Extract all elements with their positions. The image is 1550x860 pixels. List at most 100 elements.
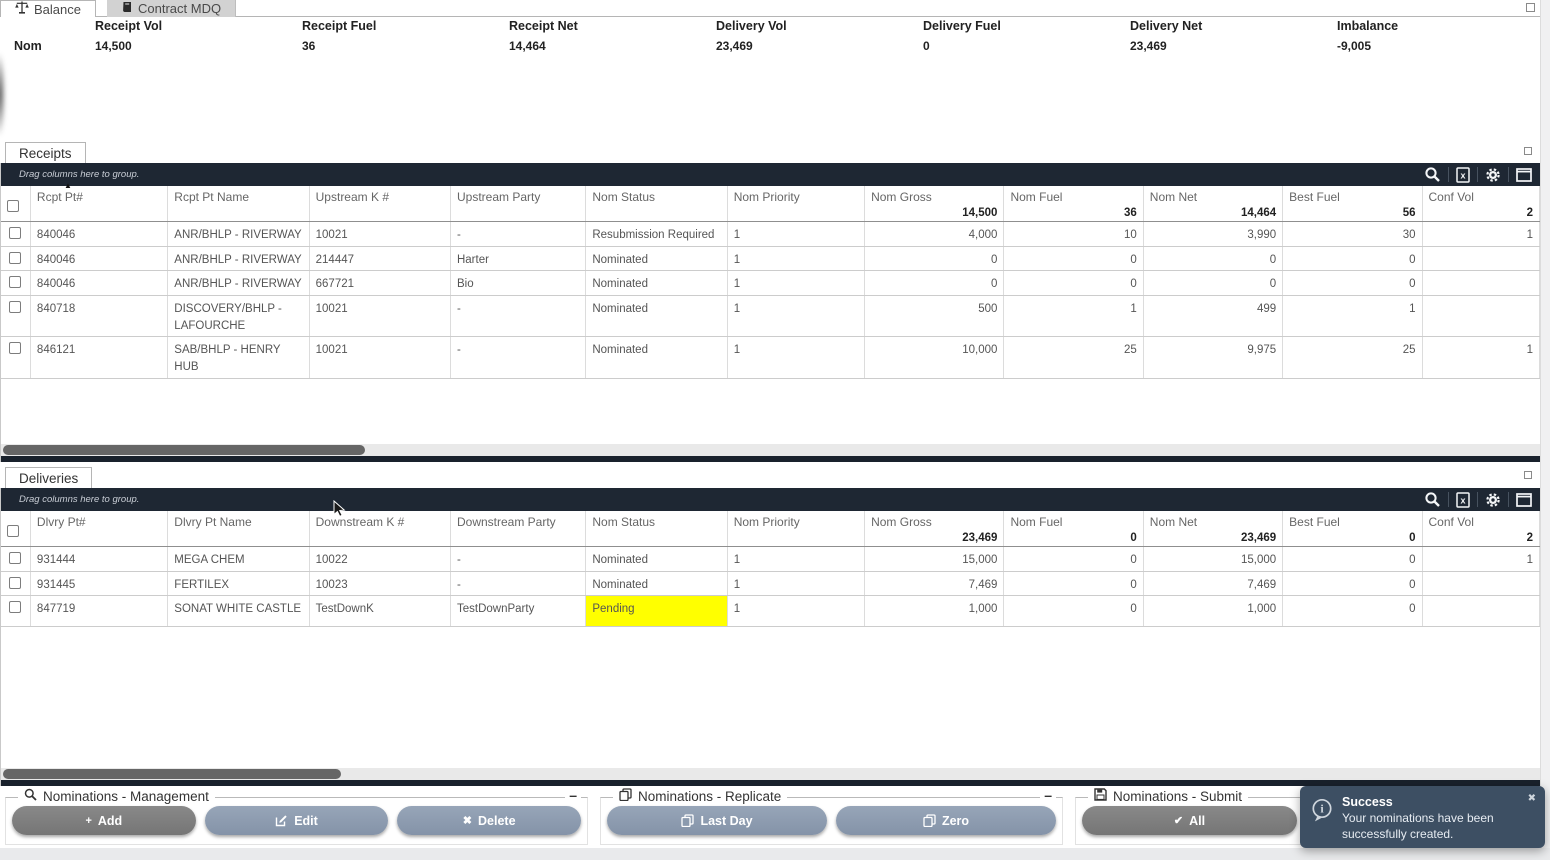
cell-pt: 931445 [31, 572, 168, 596]
tab-deliveries[interactable]: Deliveries [5, 467, 92, 488]
cell-net: 0 [1144, 247, 1283, 271]
row-checkbox[interactable] [9, 301, 21, 313]
maximize-icon[interactable] [1526, 3, 1535, 12]
column-header[interactable]: Best Fuel0 [1283, 511, 1422, 546]
column-header[interactable]: Nom Fuel0 [1004, 511, 1143, 546]
panel-maximize-icon[interactable] [1524, 147, 1532, 155]
table-row[interactable]: 840046ANR/BHLP - RIVERWAY667721BioNomina… [1, 271, 1540, 296]
cell-best: 25 [1283, 337, 1422, 377]
drag-hint: Drag columns here to group. [19, 494, 139, 505]
balance-metric-label: Receipt Fuel [302, 19, 509, 33]
cell-gross: 0 [865, 247, 1004, 271]
scrollbar-thumb[interactable] [3, 769, 341, 779]
svg-text:i: i [1320, 802, 1324, 816]
table-row[interactable]: 931444MEGA CHEM10022-Nominated115,000015… [1, 547, 1540, 572]
row-checkbox[interactable] [9, 252, 21, 264]
cell-name: SAB/BHLP - HENRY HUB [168, 337, 309, 377]
column-header[interactable]: Rcpt Pt Name [168, 186, 309, 221]
column-header[interactable]: Nom Priority [728, 511, 865, 546]
cell-name: ANR/BHLP - RIVERWAY [168, 222, 309, 246]
minimize-icon[interactable]: – [565, 787, 581, 803]
info-icon: i [1310, 798, 1334, 829]
column-header[interactable]: Conf Vol2 [1423, 186, 1540, 221]
minimize-icon[interactable]: – [1040, 787, 1056, 803]
column-header[interactable]: Upstream K # [310, 186, 451, 221]
tab-receipts[interactable]: Receipts [5, 142, 86, 163]
table-row[interactable]: 840046ANR/BHLP - RIVERWAY214447HarterNom… [1, 247, 1540, 272]
book-icon [121, 1, 133, 16]
row-checkbox[interactable] [9, 577, 21, 589]
balance-metric-value: 23,469 [716, 39, 923, 53]
tab-contract-mdq[interactable]: Contract MDQ [107, 0, 236, 17]
column-header[interactable]: Nom Net23,469 [1144, 511, 1283, 546]
excel-export-icon[interactable]: x [1456, 167, 1470, 183]
column-header[interactable]: Upstream Party [451, 186, 586, 221]
window-icon[interactable] [1516, 168, 1532, 182]
excel-export-icon[interactable]: x [1456, 492, 1470, 508]
cell-fuel: 0 [1004, 547, 1143, 571]
column-header[interactable]: Downstream Party [451, 511, 586, 546]
cell-name: FERTILEX [168, 572, 309, 596]
vertical-scrollbar-strip[interactable] [1540, 0, 1550, 860]
column-header[interactable]: Rcpt Pt# [31, 186, 168, 221]
table-row[interactable]: 840718DISCOVERY/BHLP - LAFOURCHE10021-No… [1, 296, 1540, 337]
select-all-checkbox[interactable] [7, 525, 19, 537]
grid-header-row: Rcpt Pt#Rcpt Pt NameUpstream K #Upstream… [1, 186, 1540, 222]
balance-row-label: Nom [14, 39, 42, 53]
delete-button[interactable]: ✖Delete [397, 806, 581, 835]
add-button[interactable]: +Add [12, 806, 196, 835]
search-icon[interactable] [1424, 491, 1441, 508]
button-label: Edit [294, 814, 318, 828]
column-header[interactable]: Nom Status [586, 186, 727, 221]
grid-toolbar: Drag columns here to group. x [1, 488, 1540, 511]
close-icon[interactable]: ✖ [1528, 793, 1536, 804]
table-row[interactable]: 847719SONAT WHITE CASTLETestDownKTestDow… [1, 596, 1540, 627]
row-checkbox[interactable] [9, 227, 21, 239]
column-header[interactable]: Nom Status [586, 511, 727, 546]
column-header[interactable]: Conf Vol2 [1423, 511, 1540, 546]
column-header[interactable]: Nom Priority [728, 186, 865, 221]
column-summary: 36 [1124, 207, 1137, 219]
horizontal-scrollbar[interactable] [1, 444, 1540, 456]
column-header[interactable]: Nom Gross23,469 [865, 511, 1004, 546]
column-header[interactable]: Dlvry Pt Name [168, 511, 309, 546]
cell-priority: 1 [728, 572, 865, 596]
search-icon[interactable] [1424, 166, 1441, 183]
cell-net: 9,975 [1144, 337, 1283, 377]
column-header[interactable]: Downstream K # [310, 511, 451, 546]
panel-maximize-icon[interactable] [1524, 471, 1532, 479]
balance-metric-label: Imbalance [1337, 19, 1544, 33]
table-row[interactable]: 846121SAB/BHLP - HENRY HUB10021-Nominate… [1, 337, 1540, 378]
row-checkbox[interactable] [9, 342, 21, 354]
table-row[interactable]: 931445FERTILEX10023-Nominated17,46907,46… [1, 572, 1540, 597]
horizontal-scrollbar[interactable] [1, 768, 1540, 780]
select-all-checkbox[interactable] [7, 200, 19, 212]
table-row[interactable]: 840046ANR/BHLP - RIVERWAY10021-Resubmiss… [1, 222, 1540, 247]
column-header[interactable]: Best Fuel56 [1283, 186, 1422, 221]
gear-icon[interactable] [1485, 167, 1501, 183]
last-day-button[interactable]: Last Day [607, 806, 827, 835]
edge-shadow [0, 52, 6, 137]
edit-button[interactable]: Edit [205, 806, 389, 835]
zero-button[interactable]: Zero [836, 806, 1056, 835]
cell-best: 30 [1283, 222, 1422, 246]
window-icon[interactable] [1516, 493, 1532, 507]
row-checkbox[interactable] [9, 552, 21, 564]
scrollbar-thumb[interactable] [3, 445, 365, 455]
balance-metric-value: 36 [302, 39, 509, 53]
all-button[interactable]: ✔All [1082, 806, 1297, 835]
row-checkbox[interactable] [9, 601, 21, 613]
column-header[interactable]: Nom Fuel36 [1004, 186, 1143, 221]
cell-gross: 0 [865, 271, 1004, 295]
tab-balance[interactable]: Balance [0, 0, 96, 17]
column-header[interactable]: Nom Net14,464 [1144, 186, 1283, 221]
gear-icon[interactable] [1485, 492, 1501, 508]
cell-best: 0 [1283, 271, 1422, 295]
grid-toolbar: Drag columns here to group. x [1, 163, 1540, 186]
row-checkbox[interactable] [9, 276, 21, 288]
button-label: Last Day [700, 814, 752, 828]
balance-metric-label: Receipt Vol [95, 19, 302, 33]
column-header[interactable]: Dlvry Pt# [31, 511, 168, 546]
column-header[interactable]: Nom Gross14,500 [865, 186, 1004, 221]
button-label: Delete [478, 814, 516, 828]
